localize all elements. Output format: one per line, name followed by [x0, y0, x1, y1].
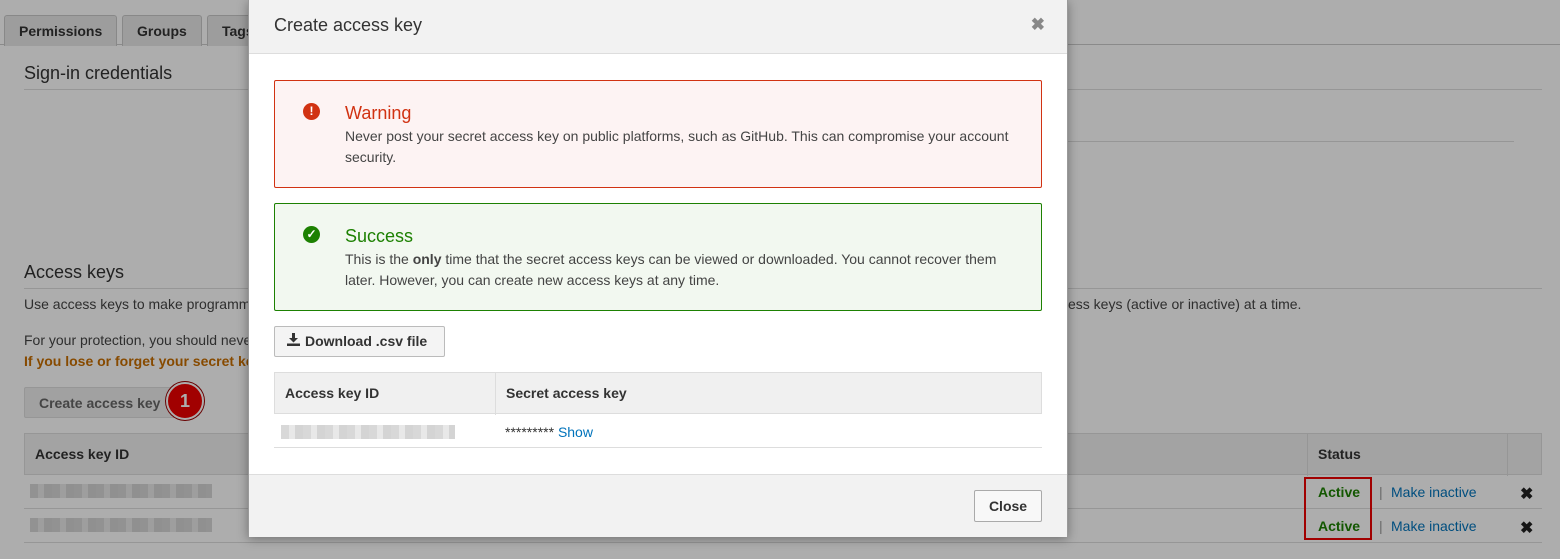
create-access-key-dialog: Create access key ✖ ! Warning Never post… [248, 0, 1068, 537]
masked-secret: ********* [505, 424, 555, 440]
success-message-pre: This is the [345, 251, 413, 267]
column-divider [495, 373, 496, 415]
success-message-emphasis: only [412, 251, 442, 267]
column-header-secret-access-key: Secret access key [506, 385, 627, 401]
table-row: ********* Show [274, 414, 1042, 448]
warning-title: Warning [345, 103, 412, 123]
warning-message: Never post your secret access key on pub… [345, 128, 1009, 165]
column-header-access-key-id: Access key ID [285, 385, 380, 401]
download-csv-button[interactable]: Download .csv file [274, 326, 445, 357]
show-secret-link[interactable]: Show [558, 424, 593, 440]
success-title: Success [345, 226, 414, 246]
dialog-footer: Close [249, 474, 1067, 537]
download-csv-label: Download .csv file [305, 333, 428, 349]
success-message: This is the only time that the secret ac… [345, 249, 1025, 291]
redacted-key-id [281, 425, 455, 439]
new-keys-table-header: Access key ID Secret access key [274, 372, 1042, 415]
secret-key-cell: ********* Show [505, 424, 593, 440]
success-alert: ✓ Success This is the only time that the… [274, 203, 1042, 311]
dialog-title: Create access key [274, 15, 423, 35]
close-button[interactable]: Close [974, 490, 1042, 522]
dialog-header: Create access key ✖ [249, 0, 1067, 54]
close-icon[interactable]: ✖ [1031, 15, 1045, 35]
warning-alert: ! Warning Never post your secret access … [274, 80, 1042, 188]
download-icon [287, 333, 301, 349]
warning-icon: ! [303, 103, 320, 120]
success-message-post: time that the secret access keys can be … [345, 251, 997, 288]
check-circle-icon: ✓ [303, 226, 320, 243]
